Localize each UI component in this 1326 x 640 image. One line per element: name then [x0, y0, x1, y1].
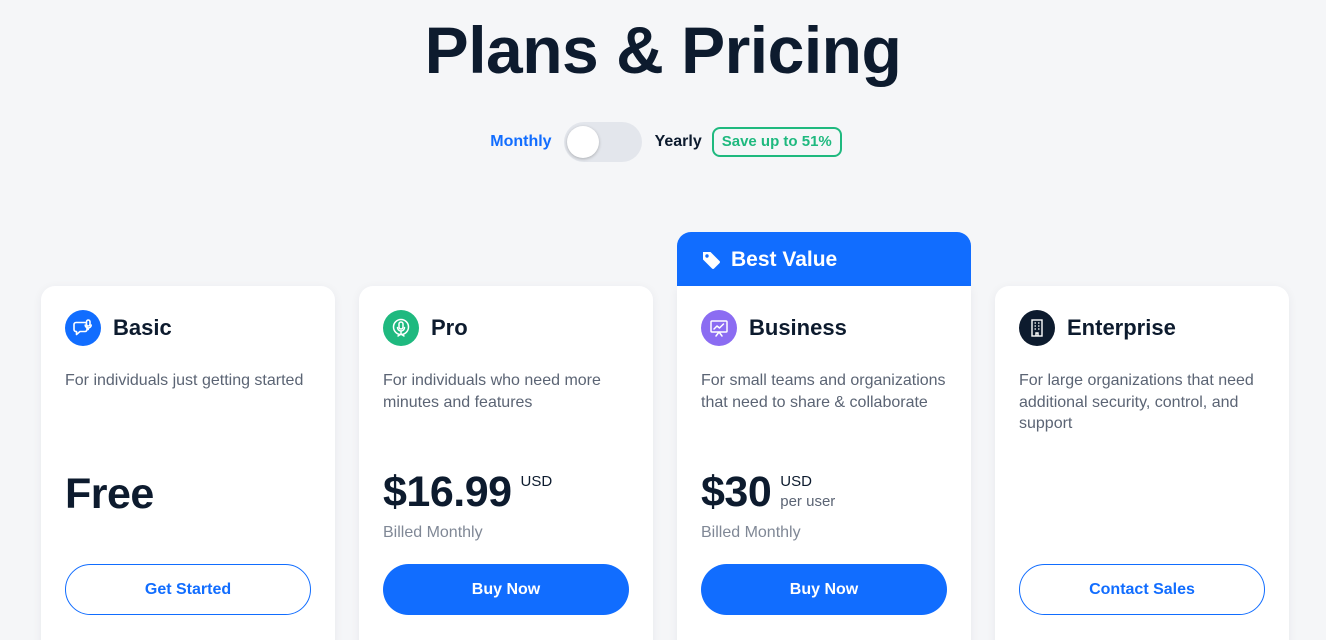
- plan-name: Pro: [431, 315, 468, 340]
- plan-price: $30: [701, 468, 772, 516]
- plan-name: Business: [749, 315, 847, 340]
- price-unit: per user: [780, 493, 836, 510]
- buy-now-button[interactable]: Buy Now: [383, 564, 629, 615]
- billing-note: Billed Monthly: [701, 524, 801, 541]
- price-currency: USD: [520, 473, 553, 490]
- chat-bubble-mic-icon: [65, 310, 101, 346]
- billing-note: Billed Monthly: [383, 524, 483, 541]
- toggle-label-monthly[interactable]: Monthly: [490, 133, 551, 151]
- plan-description: For individuals who need more minutes an…: [383, 372, 601, 411]
- plan-price: $16.99: [383, 468, 512, 516]
- contact-sales-button[interactable]: Contact Sales: [1019, 564, 1265, 615]
- plan-name: Enterprise: [1067, 315, 1176, 340]
- plan-card-business: Business For small teams and organizatio…: [677, 286, 971, 640]
- presentation-chart-icon: [701, 310, 737, 346]
- billing-toggle: Monthly Yearly Save up to 51%: [0, 122, 1326, 162]
- plan-card-enterprise: Enterprise For large organizations that …: [995, 286, 1289, 640]
- save-badge: Save up to 51%: [711, 127, 842, 157]
- plan-name: Basic: [113, 315, 172, 340]
- tag-icon: [703, 252, 720, 269]
- price-currency: USD: [780, 473, 812, 490]
- best-value-banner: Best Value: [677, 232, 971, 288]
- plan-description: For small teams and organizations that n…: [701, 372, 946, 411]
- building-icon: [1019, 310, 1055, 346]
- buy-now-button[interactable]: Buy Now: [701, 564, 947, 615]
- best-value-label: Best Value: [731, 248, 838, 271]
- toggle-label-yearly[interactable]: Yearly: [655, 133, 702, 151]
- microphone-icon: [383, 310, 419, 346]
- toggle-knob: [566, 126, 599, 158]
- plan-card-pro: Pro For individuals who need more minute…: [359, 286, 653, 640]
- plan-card-basic: Basic For individuals just getting start…: [41, 286, 335, 640]
- get-started-button[interactable]: Get Started: [65, 564, 311, 615]
- billing-period-switch[interactable]: [563, 122, 642, 162]
- plan-description: For individuals just getting started: [65, 372, 304, 389]
- plan-description: For large organizations that need additi…: [1019, 372, 1254, 432]
- page-title: Plans & Pricing: [424, 13, 902, 87]
- plan-price: Free: [65, 470, 154, 518]
